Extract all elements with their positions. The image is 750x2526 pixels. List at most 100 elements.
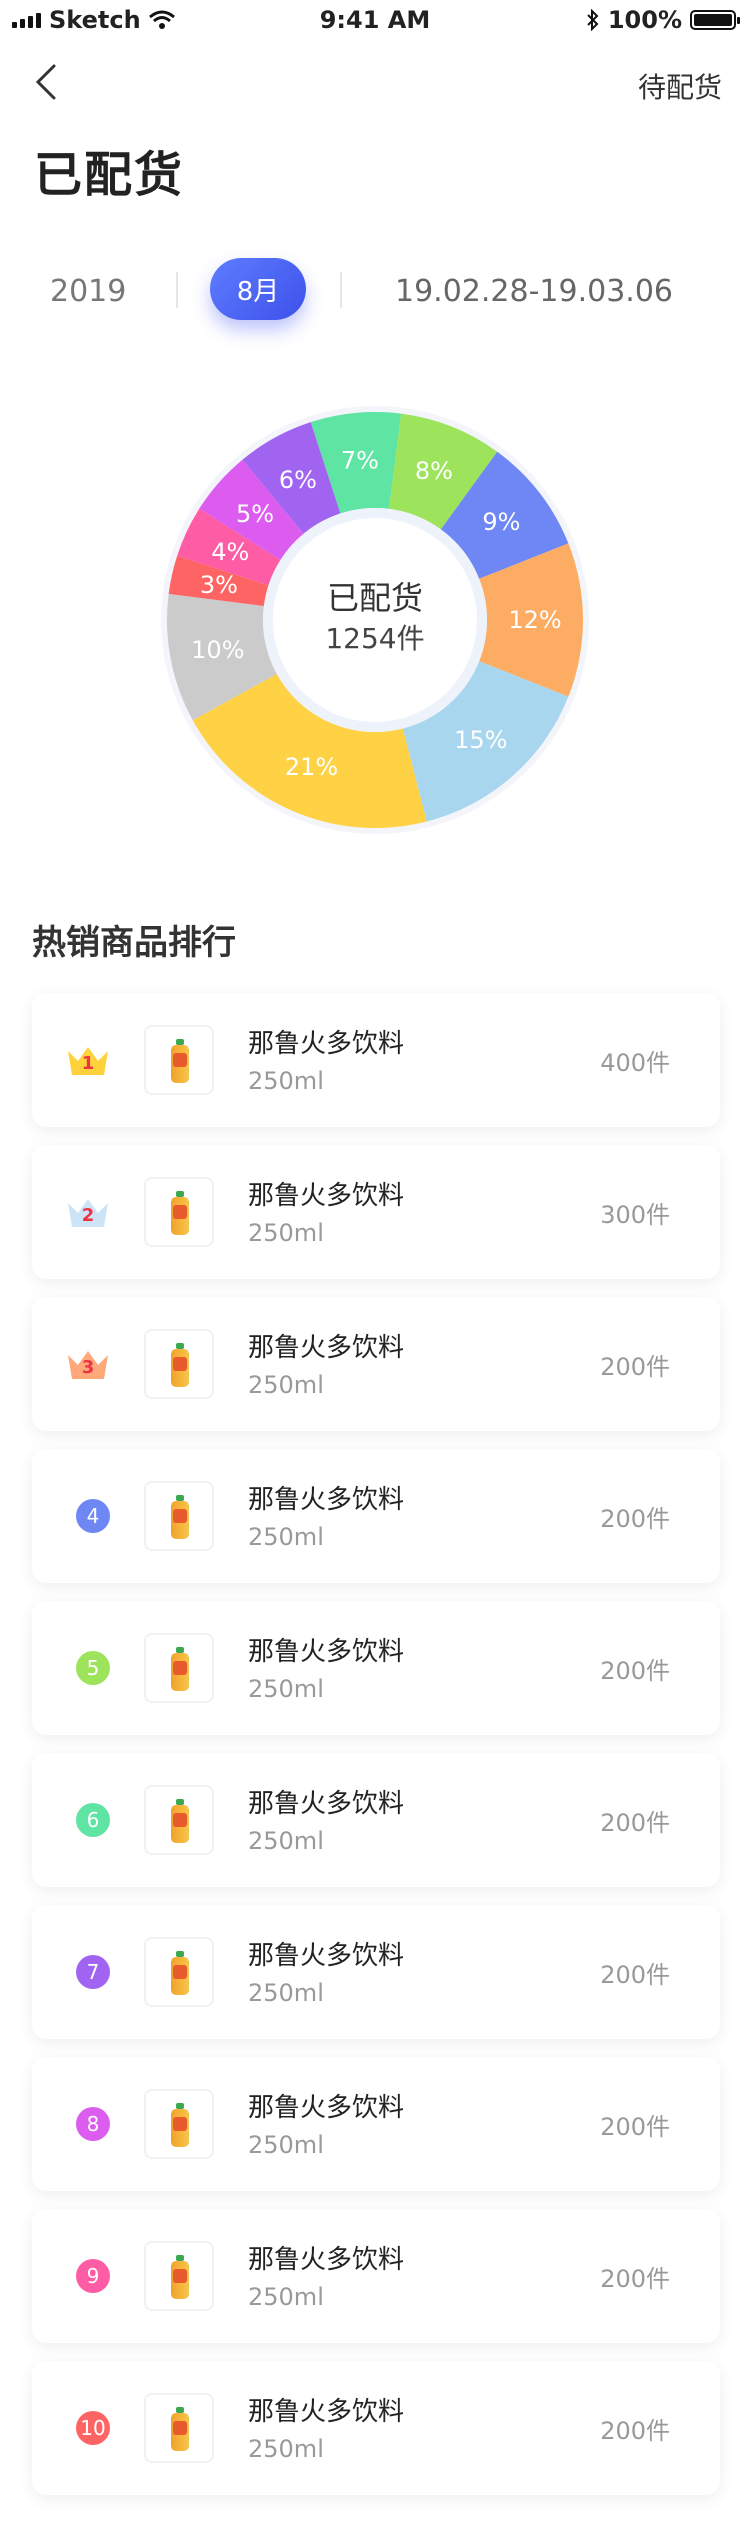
product-spec: 250ml [248,1827,324,1855]
bottle-icon [171,2255,189,2299]
ranking-list: 1 那鲁火多饮料 250ml 400件 2 那鲁火多饮料 250ml 300件 3 那鲁火多饮料 2… [32,993,720,2513]
product-count: 200件 [600,1961,670,1989]
slice-label: 4% [211,538,249,566]
divider [340,272,342,308]
rank-number: 4 [76,1499,110,1533]
battery-group: 100% [586,6,740,34]
product-spec: 250ml [248,1675,324,1703]
ranking-item[interactable]: 4 那鲁火多饮料 250ml 200件 [32,1449,720,1583]
bottle-icon [171,1191,189,1235]
ranking-item[interactable]: 3 那鲁火多饮料 250ml 200件 [32,1297,720,1431]
page-title: 已配货 [34,147,185,203]
ranking-item[interactable]: 10 那鲁火多饮料 250ml 200件 [32,2361,720,2495]
crown-icon: 2 [64,1195,112,1229]
product-spec: 250ml [248,1219,324,1247]
product-name: 那鲁火多饮料 [248,1941,405,1971]
product-spec: 250ml [248,2283,324,2311]
product-count: 200件 [600,2113,670,2141]
rank-number: 10 [76,2411,110,2445]
product-count: 300件 [600,1201,670,1229]
product-spec: 250ml [248,1371,324,1399]
product-count: 200件 [600,1809,670,1837]
rank-number: 6 [76,1803,110,1837]
crown-icon: 1 [64,1043,112,1077]
chart-center-value: 1254件 [325,622,425,655]
ranking-item[interactable]: 1 那鲁火多饮料 250ml 400件 [32,993,720,1127]
bottle-icon [171,2407,189,2451]
product-spec: 250ml [248,1523,324,1551]
bottle-icon [171,1495,189,1539]
slice-label: 8% [415,457,453,485]
bottle-icon [171,1647,189,1691]
bluetooth-icon [587,9,599,31]
ranking-item[interactable]: 6 那鲁火多饮料 250ml 200件 [32,1753,720,1887]
slice-label: 9% [482,508,520,536]
product-thumbnail [144,2241,214,2311]
chart-center-title: 已配货 [326,579,423,617]
battery-percent: 100% [607,6,682,34]
pending-delivery-link[interactable]: 待配货 [638,66,722,106]
product-name: 那鲁火多饮料 [248,1637,405,1667]
slice-label: 7% [341,447,379,475]
product-count: 200件 [600,1353,670,1381]
rank-number: 7 [76,1955,110,1989]
rank-number: 8 [76,2107,110,2141]
slice-label: 6% [279,466,317,494]
product-name: 那鲁火多饮料 [248,1789,405,1819]
product-spec: 250ml [248,1979,324,2007]
product-spec: 250ml [248,2435,324,2463]
product-name: 那鲁火多饮料 [248,1485,405,1515]
product-thumbnail [144,1937,214,2007]
product-count: 200件 [600,2265,670,2293]
product-name: 那鲁火多饮料 [248,1333,405,1363]
rank-number: 1 [81,1053,95,1074]
product-thumbnail [144,1633,214,1703]
product-thumbnail [144,1025,214,1095]
bottle-icon [171,1343,189,1387]
product-spec: 250ml [248,1067,324,1095]
year-selector[interactable]: 2019 [50,274,126,309]
battery-icon [690,10,740,30]
product-name: 那鲁火多饮料 [248,2397,405,2427]
bottle-icon [171,1039,189,1083]
slice-label: 5% [236,500,274,528]
ranking-item[interactable]: 7 那鲁火多饮料 250ml 200件 [32,1905,720,2039]
product-count: 200件 [600,2417,670,2445]
ranking-item[interactable]: 9 那鲁火多饮料 250ml 200件 [32,2209,720,2343]
status-bar: Sketch 9:41 AM 100% [0,0,750,40]
slice-label: 21% [285,753,338,781]
product-thumbnail [144,1329,214,1399]
product-name: 那鲁火多饮料 [248,2093,405,2123]
rank-number: 2 [81,1205,95,1226]
period-selector: 2019 8月 19.02.28-19.03.06 [0,250,750,330]
product-thumbnail [144,1481,214,1551]
distribution-donut-chart: 7% 8% 9% 12% 15% 21% 10% 3% 4% 5% 6% 已配货 1254件 [160,405,590,835]
bottle-icon [171,1799,189,1843]
product-count: 400件 [600,1049,670,1077]
ranking-item[interactable]: 2 那鲁火多饮料 250ml 300件 [32,1145,720,1279]
week-range-selector[interactable]: 19.02.28-19.03.06 [395,274,673,309]
bottle-icon [171,1951,189,1995]
slice-label: 15% [454,726,507,754]
product-name: 那鲁火多饮料 [248,2245,405,2275]
product-thumbnail [144,1177,214,1247]
product-count: 200件 [600,1505,670,1533]
crown-icon: 3 [64,1347,112,1381]
ranking-item[interactable]: 8 那鲁火多饮料 250ml 200件 [32,2057,720,2191]
product-thumbnail [144,2089,214,2159]
month-selector[interactable]: 8月 [210,258,306,320]
product-thumbnail [144,1785,214,1855]
product-name: 那鲁火多饮料 [248,1029,405,1059]
product-count: 200件 [600,1657,670,1685]
bottle-icon [171,2103,189,2147]
divider [176,272,178,308]
back-arrow-icon[interactable] [30,62,70,102]
rank-number: 5 [76,1651,110,1685]
product-thumbnail [144,2393,214,2463]
rank-number: 3 [81,1357,95,1378]
ranking-title: 热销商品排行 [32,923,236,963]
ranking-item[interactable]: 5 那鲁火多饮料 250ml 200件 [32,1601,720,1735]
product-name: 那鲁火多饮料 [248,1181,405,1211]
product-spec: 250ml [248,2131,324,2159]
rank-number: 9 [76,2259,110,2293]
